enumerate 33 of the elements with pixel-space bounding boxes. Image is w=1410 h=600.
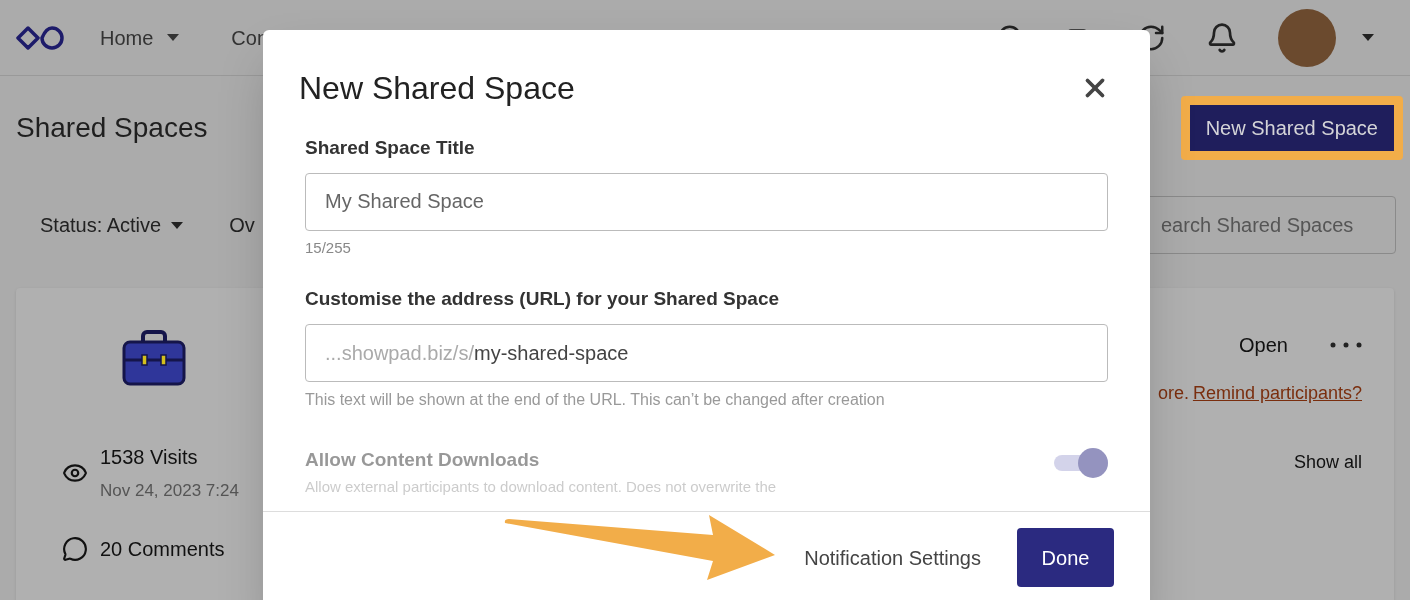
done-button[interactable]: Done bbox=[1017, 528, 1114, 587]
nav-menu-item[interactable]: Home bbox=[100, 22, 180, 53]
infinity-logo-icon[interactable] bbox=[16, 25, 64, 50]
url-field[interactable]: ...showpad.biz/s/my-shared-space bbox=[305, 323, 1108, 382]
caret-icon bbox=[171, 221, 184, 229]
notification-bell-icon[interactable] bbox=[1206, 21, 1238, 54]
stat-label: 20 Comments bbox=[100, 536, 225, 562]
show-all-link[interactable]: Show all bbox=[1293, 449, 1362, 476]
notification-settings-button[interactable]: Notification Settings bbox=[804, 542, 981, 573]
stat-date: Nov 24, 2023 7:24 bbox=[100, 480, 239, 502]
dialog-title: New Shared Space bbox=[299, 69, 575, 108]
character-counter: 15/255 bbox=[305, 237, 352, 258]
user-avatar[interactable] bbox=[1278, 8, 1336, 67]
field-label: Customise the address (URL) for your Shared Space bbox=[305, 287, 781, 311]
field-label: Shared Space Title bbox=[305, 136, 476, 160]
remind-participants-link[interactable]: Remind participants? bbox=[1192, 380, 1362, 407]
caret-icon bbox=[1362, 34, 1374, 41]
more-options-icon[interactable] bbox=[1330, 342, 1362, 348]
open-button[interactable]: Open bbox=[1239, 330, 1288, 360]
filter-dropdown[interactable]: Status: Active bbox=[40, 210, 184, 240]
filter-dropdown[interactable]: Ov bbox=[229, 210, 255, 240]
stat-label: 1538 Visits bbox=[100, 445, 199, 470]
page-title: Shared Spaces bbox=[16, 111, 208, 145]
comment-icon bbox=[62, 535, 88, 562]
field-hint: This text will be shown at the end of the URL. This can’t be changed after creation bbox=[305, 389, 886, 410]
url-slug-input[interactable]: my-shared-space bbox=[473, 337, 1088, 368]
briefcase-icon bbox=[121, 330, 186, 386]
url-prefix: ...showpad.biz/s/ bbox=[325, 340, 474, 366]
toggle-label: Allow Content Downloads bbox=[305, 447, 541, 472]
reminder-notice: ore. bbox=[1157, 382, 1189, 405]
title-input-field[interactable]: My Shared Space bbox=[305, 172, 1108, 231]
new-shared-space-button[interactable]: New Shared Space bbox=[1189, 105, 1394, 151]
caret-icon bbox=[167, 34, 180, 41]
